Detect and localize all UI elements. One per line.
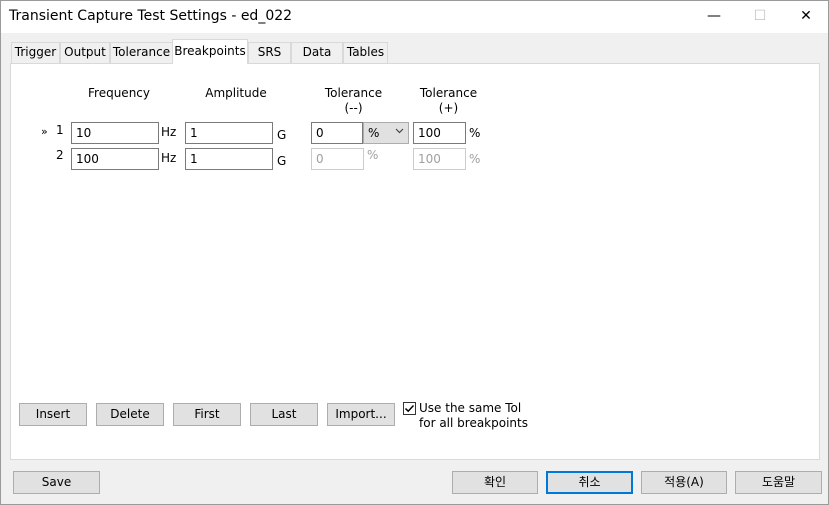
- tab-tables[interactable]: Tables: [343, 42, 388, 63]
- delete-button-label: Delete: [110, 407, 150, 421]
- help-button-label: 도움말: [761, 475, 796, 489]
- ok-button-label: 확인: [483, 475, 507, 489]
- first-button[interactable]: First: [173, 403, 241, 426]
- chevron-down-icon: [395, 126, 404, 140]
- dialog-window: Transient Capture Test Settings - ed_022…: [0, 0, 829, 505]
- import-button[interactable]: Import...: [327, 403, 395, 426]
- tab-trigger[interactable]: Trigger: [11, 42, 60, 63]
- first-button-label: First: [194, 407, 220, 421]
- row-2-tolerance-minus-unit: %: [367, 148, 379, 162]
- header-tolerance-minus-line2: (--): [344, 101, 363, 115]
- same-tol-checkbox[interactable]: [403, 402, 416, 415]
- row-2-tolerance-plus-input: 100: [413, 148, 466, 170]
- row-2-frequency-unit: Hz: [161, 151, 177, 165]
- row-1-tolerance-plus-input[interactable]: 100: [413, 122, 466, 144]
- tab-srs[interactable]: SRS: [248, 42, 291, 63]
- title-bar: Transient Capture Test Settings - ed_022…: [1, 1, 828, 33]
- header-tolerance-plus-line1: Tolerance: [419, 86, 478, 100]
- row-2-tolerance-plus-unit: %: [469, 152, 481, 166]
- breakpoints-panel: Frequency Amplitude Tolerance (--) Toler…: [10, 63, 820, 460]
- save-button[interactable]: Save: [13, 471, 100, 494]
- current-row-marker: »: [41, 125, 48, 138]
- cancel-button-label: 취소: [578, 475, 601, 489]
- last-button[interactable]: Last: [250, 403, 318, 426]
- maximize-button[interactable]: ☐: [737, 1, 783, 33]
- row-1-tolerance-plus-unit: %: [469, 126, 481, 140]
- minimize-button[interactable]: —: [691, 1, 737, 33]
- row-1-amplitude-unit: G: [277, 128, 287, 142]
- row-2-amplitude-input[interactable]: 1: [185, 148, 273, 170]
- checkmark-icon: [404, 404, 415, 413]
- insert-button-label: Insert: [35, 407, 71, 421]
- row-2-frequency-input[interactable]: 100: [71, 148, 159, 170]
- row-1-tolerance-minus-unit-value: %: [368, 126, 380, 140]
- import-button-label: Import...: [335, 407, 387, 421]
- tab-breakpoints[interactable]: Breakpoints: [172, 39, 248, 64]
- ok-button[interactable]: 확인: [452, 471, 538, 494]
- row-1-frequency-input[interactable]: 10: [71, 122, 159, 144]
- same-tol-label: Use the same Tol for all breakpoints: [419, 401, 528, 431]
- row-1-tolerance-minus-unit-select[interactable]: %: [363, 122, 409, 144]
- window-title: Transient Capture Test Settings - ed_022: [9, 8, 293, 24]
- header-frequency: Frequency: [88, 86, 150, 100]
- row-1-tolerance-minus-input[interactable]: 0: [311, 122, 363, 144]
- cancel-button[interactable]: 취소: [546, 471, 633, 494]
- apply-button-label: 적용(A): [664, 475, 704, 489]
- row-2-index: 2: [56, 148, 64, 162]
- last-button-label: Last: [271, 407, 297, 421]
- close-button[interactable]: ✕: [783, 1, 829, 33]
- tab-data[interactable]: Data: [291, 42, 343, 63]
- tab-output[interactable]: Output: [60, 42, 110, 63]
- save-button-label: Save: [41, 475, 72, 489]
- header-tolerance-plus-line2: (+): [438, 101, 459, 115]
- header-amplitude: Amplitude: [205, 86, 267, 100]
- tab-tolerance[interactable]: Tolerance: [110, 42, 173, 63]
- header-tolerance-minus: Tolerance (--): [311, 86, 396, 116]
- row-1-amplitude-input[interactable]: 1: [185, 122, 273, 144]
- insert-button[interactable]: Insert: [19, 403, 87, 426]
- delete-button[interactable]: Delete: [96, 403, 164, 426]
- help-button[interactable]: 도움말: [735, 471, 822, 494]
- apply-button[interactable]: 적용(A): [641, 471, 727, 494]
- row-2-tolerance-minus-input: 0: [311, 148, 364, 170]
- same-tol-label-line1: Use the same Tol: [419, 401, 522, 415]
- row-2-amplitude-unit: G: [277, 154, 287, 168]
- header-tolerance-minus-line1: Tolerance: [324, 86, 383, 100]
- row-1-index: 1: [56, 123, 64, 137]
- row-1-frequency-unit: Hz: [161, 125, 177, 139]
- same-tol-label-line2: for all breakpoints: [419, 416, 528, 430]
- header-tolerance-plus: Tolerance (+): [406, 86, 491, 116]
